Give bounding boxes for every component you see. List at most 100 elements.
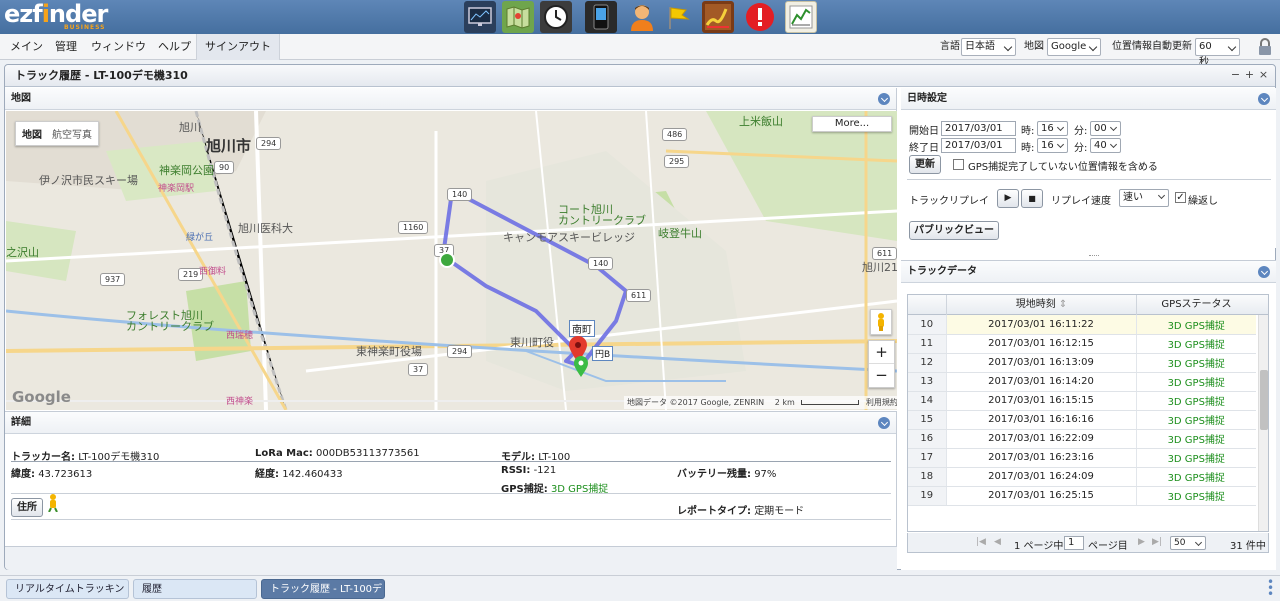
row-number: 10 bbox=[908, 315, 946, 335]
language-select[interactable]: 日本語 bbox=[961, 38, 1016, 56]
panel-splitter[interactable] bbox=[1089, 255, 1099, 257]
menu-help[interactable]: ヘルプ bbox=[153, 34, 196, 60]
alert-icon[interactable] bbox=[744, 1, 776, 33]
map-type-map-button[interactable]: 地図 bbox=[16, 126, 48, 141]
col-time-label: 現地時刻 bbox=[1015, 299, 1056, 310]
window-title: トラック履歴 - LT-100デモ機310 bbox=[15, 69, 188, 82]
col-header-time[interactable]: 現地時刻 ⇕ bbox=[946, 295, 1136, 315]
menu-signout[interactable]: サインアウト bbox=[196, 34, 280, 60]
monitor-icon[interactable] bbox=[464, 1, 496, 33]
user-icon[interactable] bbox=[626, 1, 658, 33]
map-provider-select[interactable]: Google bbox=[1047, 38, 1101, 56]
replay-speed-select[interactable]: 速い bbox=[1119, 189, 1169, 207]
datetime-collapse-icon[interactable] bbox=[1258, 93, 1270, 105]
map-label: 上米飯山 bbox=[739, 115, 783, 128]
zoom-in-button[interactable]: + bbox=[869, 341, 894, 364]
track-row[interactable]: 18 2017/03/01 16:24:09 3D GPS捕捉 bbox=[908, 467, 1256, 487]
table-scrollbar[interactable] bbox=[1258, 315, 1268, 531]
last-page-icon[interactable]: ▶| bbox=[1152, 537, 1162, 547]
end-hour-select[interactable]: 16 bbox=[1037, 138, 1068, 153]
start-hour-label: 時: bbox=[1021, 126, 1035, 137]
details-collapse-icon[interactable] bbox=[878, 417, 890, 429]
sort-icon: ⇕ bbox=[1058, 299, 1068, 310]
flag-icon[interactable] bbox=[662, 1, 694, 33]
map-callout-nanmachi[interactable]: 南町 bbox=[569, 320, 595, 337]
phone-icon[interactable] bbox=[585, 1, 617, 33]
map-callout-enba[interactable]: 円B bbox=[592, 346, 614, 361]
page-size-select[interactable]: 50 bbox=[1170, 536, 1206, 550]
terms-link[interactable]: 利用規約 bbox=[866, 398, 897, 407]
track-row[interactable]: 17 2017/03/01 16:23:16 3D GPS捕捉 bbox=[908, 448, 1256, 468]
tab-history[interactable]: 履歴 bbox=[133, 579, 257, 599]
play-button[interactable]: ▶ bbox=[997, 189, 1019, 208]
track-row[interactable]: 15 2017/03/01 16:16:16 3D GPS捕捉 bbox=[908, 410, 1256, 430]
map-icon[interactable] bbox=[502, 1, 534, 33]
minimize-button[interactable]: − bbox=[1230, 69, 1241, 81]
address-button[interactable]: 住所 bbox=[11, 498, 43, 517]
map-collapse-icon[interactable] bbox=[878, 93, 890, 105]
track-row[interactable]: 16 2017/03/01 16:22:09 3D GPS捕捉 bbox=[908, 429, 1256, 449]
include-incomplete-checkbox[interactable] bbox=[953, 159, 964, 170]
row-time: 2017/03/01 16:15:15 bbox=[945, 391, 1136, 411]
street-view-pegman-icon[interactable] bbox=[870, 309, 892, 335]
pegman-icon[interactable] bbox=[47, 494, 59, 515]
track-row[interactable]: 13 2017/03/01 16:14:20 3D GPS捕捉 bbox=[908, 372, 1256, 392]
more-options-icon[interactable]: • • • bbox=[1267, 576, 1274, 600]
zoom-out-button[interactable]: − bbox=[869, 364, 894, 387]
track-row[interactable]: 11 2017/03/01 16:12:15 3D GPS捕捉 bbox=[908, 334, 1256, 354]
google-logo: Google bbox=[12, 388, 71, 406]
attribution-text: 地図データ ©2017 Google, ZENRIN bbox=[627, 398, 765, 407]
next-page-icon[interactable]: ▶ bbox=[1138, 537, 1145, 547]
route-shield: 140 bbox=[588, 257, 614, 270]
trackdata-collapse-icon[interactable] bbox=[1258, 266, 1270, 278]
page-number-input[interactable]: 1 bbox=[1064, 536, 1084, 550]
report-chart-icon[interactable] bbox=[785, 1, 817, 33]
track-row[interactable]: 14 2017/03/01 16:15:15 3D GPS捕捉 bbox=[908, 391, 1256, 411]
maximize-button[interactable]: + bbox=[1244, 69, 1255, 81]
tab-track-history[interactable]: トラック履歴 - LT-100デ bbox=[261, 579, 385, 599]
row-number: 19 bbox=[908, 486, 946, 506]
map-label: 旭川 bbox=[179, 121, 201, 134]
first-page-icon[interactable]: |◀ bbox=[976, 537, 986, 547]
route-shield: 937 bbox=[100, 273, 126, 286]
map-canvas[interactable]: 140 37 140 611 294 90 1160 937 219 294 3… bbox=[6, 111, 897, 410]
end-date-input[interactable]: 2017/03/01 bbox=[941, 138, 1016, 153]
track-start-marker-icon[interactable] bbox=[438, 251, 456, 272]
repeat-checkbox[interactable]: ✓ bbox=[1175, 192, 1186, 203]
track-route-icon[interactable] bbox=[702, 1, 734, 33]
tab-realtime-tracking[interactable]: リアルタイムトラッキン bbox=[6, 579, 129, 599]
track-row[interactable]: 12 2017/03/01 16:13:09 3D GPS捕捉 bbox=[908, 353, 1256, 373]
record-total: 31 件中 bbox=[1230, 541, 1266, 552]
map-label: 西神楽 bbox=[226, 397, 254, 407]
close-button[interactable]: × bbox=[1258, 69, 1269, 81]
datetime-panel-header: 日時設定 bbox=[901, 88, 1276, 110]
rssi-value: -121 bbox=[533, 465, 557, 476]
menu-bar: メイン 管理 ウィンドウ ヘルプ サインアウト 言語 日本語 地図 Google… bbox=[0, 34, 1280, 68]
latitude-value: 43.723613 bbox=[38, 469, 93, 480]
scrollbar-thumb[interactable] bbox=[1260, 370, 1268, 430]
row-time: 2017/03/01 16:25:15 bbox=[945, 486, 1136, 506]
clock-icon[interactable] bbox=[540, 1, 572, 33]
menu-window[interactable]: ウィンドウ bbox=[86, 34, 151, 60]
refresh-interval-select[interactable]: 60 秒 bbox=[1195, 38, 1240, 68]
stop-button[interactable]: ■ bbox=[1021, 189, 1043, 208]
start-hour-select[interactable]: 16 bbox=[1037, 121, 1068, 136]
map-type-satellite-button[interactable]: 航空写真 bbox=[48, 126, 96, 141]
menu-main[interactable]: メイン bbox=[5, 34, 48, 60]
menu-manage[interactable]: 管理 bbox=[50, 34, 82, 60]
row-gps-status: 3D GPS捕捉 bbox=[1135, 448, 1256, 468]
public-view-button[interactable]: パブリックビュー bbox=[909, 221, 999, 240]
current-position-marker-icon[interactable] bbox=[573, 356, 589, 381]
more-button[interactable]: More... bbox=[812, 116, 892, 132]
refresh-button[interactable]: 更新 bbox=[909, 155, 941, 174]
lora-mac-label: LoRa Mac: bbox=[255, 448, 313, 459]
col-header-gps[interactable]: GPSステータス bbox=[1136, 295, 1256, 315]
start-minute-select[interactable]: 00 bbox=[1090, 121, 1121, 136]
track-row[interactable]: 19 2017/03/01 16:25:15 3D GPS捕捉 bbox=[908, 486, 1256, 506]
map-scale: 2 km bbox=[774, 398, 795, 407]
track-row[interactable]: 10 2017/03/01 16:11:22 3D GPS捕捉 bbox=[908, 315, 1256, 335]
end-minute-select[interactable]: 40 bbox=[1090, 138, 1121, 153]
lock-icon[interactable] bbox=[1258, 38, 1272, 59]
start-date-input[interactable]: 2017/03/01 bbox=[941, 121, 1016, 136]
prev-page-icon[interactable]: ◀ bbox=[994, 537, 1001, 547]
